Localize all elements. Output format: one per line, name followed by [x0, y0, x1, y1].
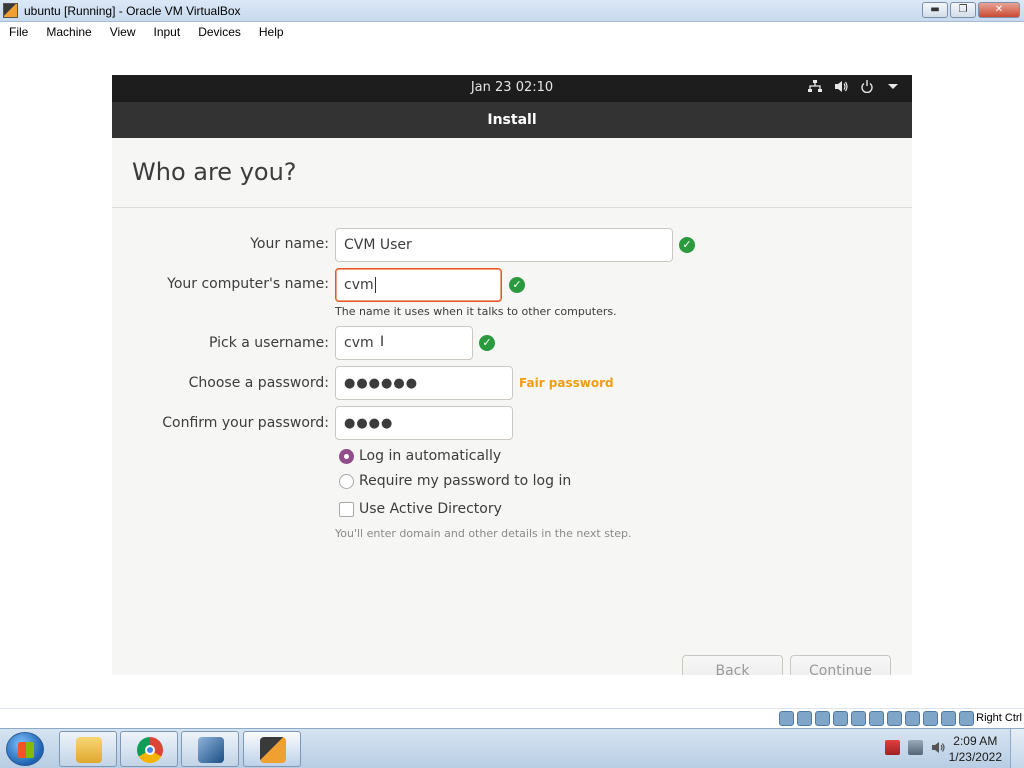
text-caret	[374, 277, 376, 293]
your-name-field[interactable]: CVM User	[335, 228, 673, 262]
close-button[interactable]: ✕	[978, 2, 1020, 18]
taskbar-virtualbox-vm[interactable]	[243, 731, 301, 767]
username-label: Pick a username:	[208, 335, 329, 351]
require-password-label[interactable]: Require my password to log in	[359, 473, 571, 489]
menu-machine[interactable]: Machine	[37, 22, 100, 43]
computer-name-valid-icon: ✓	[509, 277, 525, 293]
hard-disk-icon[interactable]	[779, 711, 794, 726]
taskbar-explorer[interactable]	[59, 731, 117, 767]
username-valid-icon: ✓	[479, 335, 495, 351]
minimize-button[interactable]: ▬	[922, 2, 948, 18]
vm-display: Jan 23 02:10 Install Who are you? Your n…	[112, 75, 912, 675]
taskbar-clock[interactable]: 2:09 AM 1/23/2022	[949, 733, 1002, 765]
host-menubar: File Machine View Input Devices Help	[0, 22, 1024, 43]
virtualbox-app-icon	[3, 3, 18, 18]
virtualbox-cube-icon	[198, 737, 224, 763]
chrome-center-icon	[145, 745, 155, 755]
installer-headerbar: Install	[112, 102, 912, 138]
video-capture-icon[interactable]	[905, 711, 920, 726]
menu-input[interactable]: Input	[145, 22, 190, 43]
gnome-topbar: Jan 23 02:10	[112, 75, 912, 102]
shared-folders-icon[interactable]	[869, 711, 884, 726]
topbar-clock[interactable]: Jan 23 02:10	[112, 80, 912, 95]
volume-icon[interactable]	[834, 80, 848, 97]
topbar-tray[interactable]	[808, 80, 900, 97]
audio-icon[interactable]	[815, 711, 830, 726]
vbox-device-icons	[779, 711, 974, 726]
menu-arrow-icon[interactable]	[886, 80, 900, 97]
require-password-radio[interactable]	[339, 474, 354, 489]
username-field[interactable]: cvm	[335, 326, 473, 360]
virtualbox-vm-icon	[260, 737, 286, 763]
taskbar-chrome[interactable]	[120, 731, 178, 767]
usb-icon[interactable]	[851, 711, 866, 726]
auto-login-label[interactable]: Log in automatically	[359, 448, 501, 464]
title-separator	[112, 207, 912, 208]
computer-name-field[interactable]: cvm	[335, 268, 502, 302]
mouse-integration-icon[interactable]	[941, 711, 956, 726]
virtualization-icon[interactable]	[923, 711, 938, 726]
computer-name-label: Your computer's name:	[167, 276, 329, 292]
computer-name-hint: The name it uses when it talks to other …	[335, 305, 617, 318]
show-desktop-button[interactable]	[1010, 729, 1024, 768]
host-titlebar: ubuntu [Running] - Oracle VM VirtualBox …	[0, 0, 1024, 22]
menu-devices[interactable]: Devices	[189, 22, 250, 43]
power-icon[interactable]	[860, 80, 874, 97]
taskbar-virtualbox-manager[interactable]	[181, 731, 239, 767]
password-label: Choose a password:	[188, 375, 329, 391]
menu-view[interactable]: View	[101, 22, 145, 43]
password-strength: Fair password	[519, 376, 614, 390]
window-title: ubuntu [Running] - Oracle VM VirtualBox	[24, 4, 241, 18]
menu-file[interactable]: File	[0, 22, 37, 43]
your-name-label: Your name:	[250, 236, 329, 252]
chrome-icon	[137, 737, 163, 763]
menu-help[interactable]: Help	[250, 22, 293, 43]
page-title: Who are you?	[132, 158, 297, 186]
network-icon[interactable]	[808, 80, 822, 97]
continue-button[interactable]: Continue	[790, 655, 891, 675]
mouse-ibeam-cursor: Ι	[380, 334, 385, 350]
windows-logo-icon	[18, 742, 34, 758]
active-directory-checkbox[interactable]	[339, 502, 354, 517]
active-directory-hint: You'll enter domain and other details in…	[335, 527, 632, 540]
host-key-label: Right Ctrl	[976, 712, 1022, 724]
network-adapter-icon[interactable]	[833, 711, 848, 726]
volume-tray-icon[interactable]	[931, 740, 946, 755]
your-name-valid-icon: ✓	[679, 237, 695, 253]
start-button[interactable]	[6, 732, 44, 766]
clock-date: 1/23/2022	[948, 750, 1002, 764]
auto-login-radio[interactable]	[339, 449, 354, 464]
restore-button[interactable]: ❐	[950, 2, 976, 18]
back-button[interactable]: Back	[682, 655, 783, 675]
system-tray	[885, 740, 946, 755]
password-field[interactable]: ●●●●●●	[335, 366, 513, 400]
windows-taskbar: 2:09 AM 1/23/2022	[0, 728, 1024, 768]
clock-time: 2:09 AM	[953, 734, 998, 748]
active-directory-label[interactable]: Use Active Directory	[359, 501, 502, 517]
optical-drive-icon[interactable]	[797, 711, 812, 726]
vbox-statusbar: Right Ctrl	[0, 708, 1024, 728]
network-tray-icon[interactable]	[908, 740, 923, 755]
action-center-flag-icon[interactable]	[885, 740, 900, 755]
display-icon[interactable]	[887, 711, 902, 726]
window-controls: ▬ ❐ ✕	[922, 2, 1020, 18]
computer-name-value: cvm	[344, 277, 374, 293]
folder-icon	[76, 737, 102, 763]
confirm-password-label: Confirm your password:	[162, 415, 329, 431]
keyboard-capture-icon[interactable]	[959, 711, 974, 726]
confirm-password-field[interactable]: ●●●●	[335, 406, 513, 440]
